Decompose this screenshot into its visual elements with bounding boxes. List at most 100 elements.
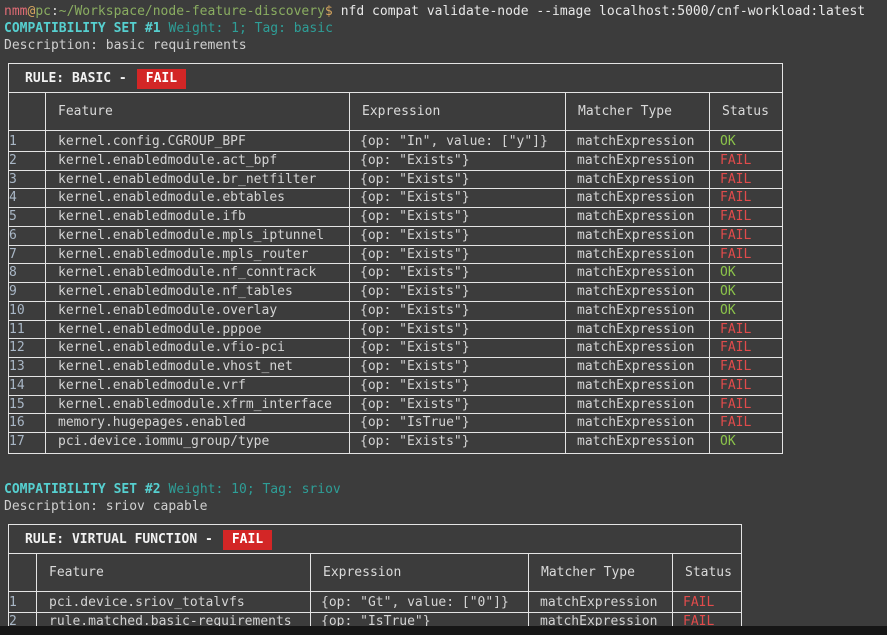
matcher-type-cell: matchExpression bbox=[566, 414, 710, 433]
command-text: nfd compat validate-node --image localho… bbox=[341, 4, 865, 19]
feature-cell: kernel.enabledmodule.mpls_router bbox=[46, 245, 350, 264]
table-row: 8kernel.enabledmodule.nf_conntrack{op: "… bbox=[9, 264, 783, 283]
header-feature: Feature bbox=[46, 93, 350, 131]
status-cell: FAIL bbox=[710, 358, 783, 377]
status-cell: FAIL bbox=[710, 226, 783, 245]
status-cell: OK bbox=[710, 131, 783, 152]
matcher-type-cell: matchExpression bbox=[566, 283, 710, 302]
matcher-type-cell: matchExpression bbox=[566, 358, 710, 377]
set2-heading: COMPATIBILITY SET #2 Weight: 10; Tag: sri… bbox=[4, 481, 887, 498]
header-number bbox=[9, 553, 37, 591]
matcher-type-cell: matchExpression bbox=[566, 395, 710, 414]
table-body: 1kernel.config.CGROUP_BPF{op: "In", valu… bbox=[9, 131, 783, 454]
header-matcher-type: Matcher Type bbox=[566, 93, 710, 131]
expression-cell: {op: "Exists"} bbox=[350, 151, 566, 170]
rule-table-basic: RULE: BASIC -FAIL Feature Expression Mat… bbox=[8, 63, 783, 454]
status-cell: FAIL bbox=[710, 208, 783, 227]
table-row: 13kernel.enabledmodule.vhost_net{op: "Ex… bbox=[9, 358, 783, 377]
status-cell: OK bbox=[710, 301, 783, 320]
row-number: 11 bbox=[9, 320, 46, 339]
header-status: Status bbox=[673, 553, 742, 591]
expression-cell: {op: "Exists"} bbox=[350, 170, 566, 189]
row-number: 2 bbox=[9, 151, 46, 170]
row-number: 12 bbox=[9, 339, 46, 358]
status-cell: FAIL bbox=[710, 151, 783, 170]
row-number: 6 bbox=[9, 226, 46, 245]
header-expression: Expression bbox=[311, 553, 529, 591]
header-status: Status bbox=[710, 93, 783, 131]
matcher-type-cell: matchExpression bbox=[566, 339, 710, 358]
feature-cell: kernel.enabledmodule.xfrm_interface bbox=[46, 395, 350, 414]
table-row: 12kernel.enabledmodule.vfio-pci{op: "Exi… bbox=[9, 339, 783, 358]
prompt-path: ~/Workspace/node-feature-discovery bbox=[59, 4, 325, 19]
rule-label: RULE: BASIC - bbox=[25, 71, 127, 86]
expression-cell: {op: "Exists"} bbox=[350, 208, 566, 227]
status-cell: OK bbox=[710, 264, 783, 283]
row-number: 13 bbox=[9, 358, 46, 377]
table-row: 5kernel.enabledmodule.ifb{op: "Exists"}m… bbox=[9, 208, 783, 227]
row-number: 16 bbox=[9, 414, 46, 433]
header-number bbox=[9, 93, 46, 131]
feature-cell: pci.device.sriov_totalvfs bbox=[37, 591, 311, 612]
feature-cell: kernel.enabledmodule.nf_conntrack bbox=[46, 264, 350, 283]
feature-cell: kernel.enabledmodule.nf_tables bbox=[46, 283, 350, 302]
set1-title: COMPATIBILITY SET #1 bbox=[4, 21, 161, 36]
row-number: 14 bbox=[9, 376, 46, 395]
expression-cell: {op: "Exists"} bbox=[350, 339, 566, 358]
feature-cell: kernel.enabledmodule.act_bpf bbox=[46, 151, 350, 170]
matcher-type-cell: matchExpression bbox=[566, 264, 710, 283]
table-row: 3kernel.enabledmodule.br_netfilter{op: "… bbox=[9, 170, 783, 189]
prompt-user: nmm bbox=[4, 4, 27, 19]
expression-cell: {op: "Exists"} bbox=[350, 433, 566, 454]
expression-cell: {op: "In", value: ["y"]} bbox=[350, 131, 566, 152]
feature-cell: kernel.enabledmodule.pppoe bbox=[46, 320, 350, 339]
matcher-type-cell: matchExpression bbox=[566, 376, 710, 395]
matcher-type-cell: matchExpression bbox=[566, 151, 710, 170]
matcher-type-cell: matchExpression bbox=[566, 170, 710, 189]
set2-meta: Weight: 10; Tag: sriov bbox=[169, 482, 341, 497]
status-cell: FAIL bbox=[673, 591, 742, 612]
rule-title-row: RULE: VIRTUAL FUNCTION -FAIL bbox=[9, 524, 742, 553]
prompt-host: pc bbox=[35, 4, 51, 19]
terminal-window[interactable]: nmm@pc:~/Workspace/node-feature-discover… bbox=[0, 0, 887, 635]
table-row: 6kernel.enabledmodule.mpls_iptunnel{op: … bbox=[9, 226, 783, 245]
row-number: 4 bbox=[9, 189, 46, 208]
expression-cell: {op: "IsTrue"} bbox=[350, 414, 566, 433]
feature-cell: kernel.config.CGROUP_BPF bbox=[46, 131, 350, 152]
status-badge: FAIL bbox=[137, 69, 186, 89]
expression-cell: {op: "Exists"} bbox=[350, 264, 566, 283]
row-number: 1 bbox=[9, 131, 46, 152]
row-number: 5 bbox=[9, 208, 46, 227]
status-cell: FAIL bbox=[710, 245, 783, 264]
header-feature: Feature bbox=[37, 553, 311, 591]
table-row: 16memory.hugepages.enabled{op: "IsTrue"}… bbox=[9, 414, 783, 433]
row-number: 1 bbox=[9, 591, 37, 612]
feature-cell: kernel.enabledmodule.br_netfilter bbox=[46, 170, 350, 189]
table-row: 1pci.device.sriov_totalvfs{op: "Gt", val… bbox=[9, 591, 742, 612]
matcher-type-cell: matchExpression bbox=[566, 131, 710, 152]
feature-cell: kernel.enabledmodule.ebtables bbox=[46, 189, 350, 208]
status-cell: FAIL bbox=[710, 414, 783, 433]
row-number: 3 bbox=[9, 170, 46, 189]
table-row: 17pci.device.iommu_group/type{op: "Exist… bbox=[9, 433, 783, 454]
set1-meta: Weight: 1; Tag: basic bbox=[169, 21, 333, 36]
status-cell: FAIL bbox=[710, 376, 783, 395]
set1-heading: COMPATIBILITY SET #1 Weight: 1; Tag: basi… bbox=[4, 20, 887, 37]
expression-cell: {op: "Exists"} bbox=[350, 358, 566, 377]
matcher-type-cell: matchExpression bbox=[566, 320, 710, 339]
expression-cell: {op: "Exists"} bbox=[350, 376, 566, 395]
table-row: 10kernel.enabledmodule.overlay{op: "Exis… bbox=[9, 301, 783, 320]
matcher-type-cell: matchExpression bbox=[566, 245, 710, 264]
status-cell: FAIL bbox=[710, 320, 783, 339]
rule-table-virtual-function: RULE: VIRTUAL FUNCTION -FAIL Feature Exp… bbox=[8, 524, 742, 634]
prompt-colon: : bbox=[51, 4, 59, 19]
status-badge: FAIL bbox=[223, 530, 272, 550]
table-header-row: Feature Expression Matcher Type Status bbox=[9, 553, 742, 591]
matcher-type-cell: matchExpression bbox=[566, 189, 710, 208]
matcher-type-cell: matchExpression bbox=[566, 433, 710, 454]
expression-cell: {op: "Exists"} bbox=[350, 226, 566, 245]
table-row: 15kernel.enabledmodule.xfrm_interface{op… bbox=[9, 395, 783, 414]
set2-title: COMPATIBILITY SET #2 bbox=[4, 482, 161, 497]
table-row: 9kernel.enabledmodule.nf_tables{op: "Exi… bbox=[9, 283, 783, 302]
matcher-type-cell: matchExpression bbox=[566, 301, 710, 320]
